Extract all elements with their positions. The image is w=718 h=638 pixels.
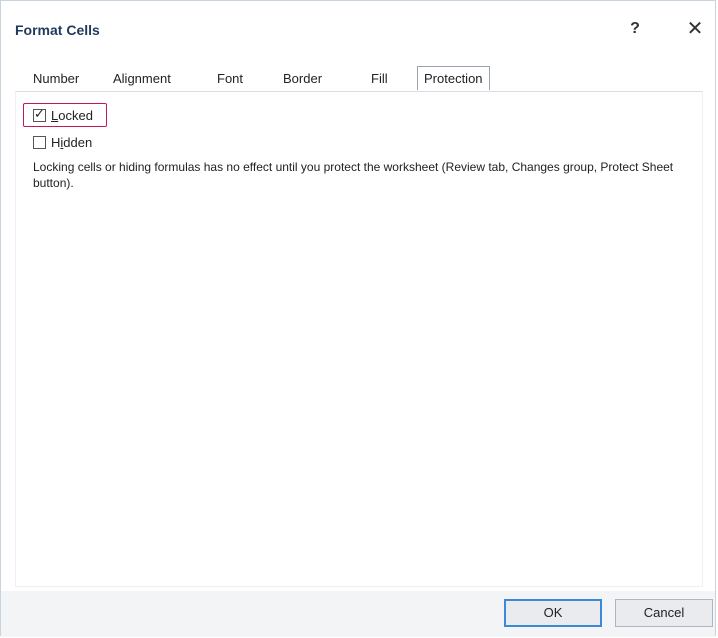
format-cells-dialog: Format Cells ? ✕ Number Alignment Font B…: [0, 0, 716, 637]
ok-button[interactable]: OK: [504, 599, 602, 627]
help-button[interactable]: ?: [623, 17, 647, 41]
cancel-button[interactable]: Cancel: [615, 599, 713, 627]
locked-checkbox[interactable]: ✓: [33, 105, 46, 122]
tab-number[interactable]: Number: [33, 67, 79, 91]
dialog-footer: [1, 591, 715, 637]
locked-option[interactable]: ✓ Locked: [33, 105, 93, 125]
hidden-label: Hidden: [51, 134, 93, 150]
tab-font[interactable]: Font: [217, 67, 243, 91]
locked-label: Locked: [51, 107, 93, 123]
checkmark-icon: ✓: [34, 105, 45, 121]
dialog-title: Format Cells: [15, 22, 100, 38]
hidden-checkbox[interactable]: [33, 135, 46, 149]
tab-fill[interactable]: Fill: [371, 67, 388, 91]
hidden-access-key: i: [60, 134, 64, 150]
protection-note: Locking cells or hiding formulas has no …: [33, 160, 674, 190]
close-button[interactable]: ✕: [683, 17, 707, 41]
tab-border[interactable]: Border: [283, 67, 322, 91]
tab-alignment[interactable]: Alignment: [113, 67, 171, 91]
tab-protection[interactable]: Protection: [417, 66, 490, 90]
hidden-option[interactable]: Hidden: [33, 132, 92, 152]
locked-access-key: L: [51, 107, 59, 123]
title-bar: Format Cells ? ✕: [1, 1, 715, 57]
